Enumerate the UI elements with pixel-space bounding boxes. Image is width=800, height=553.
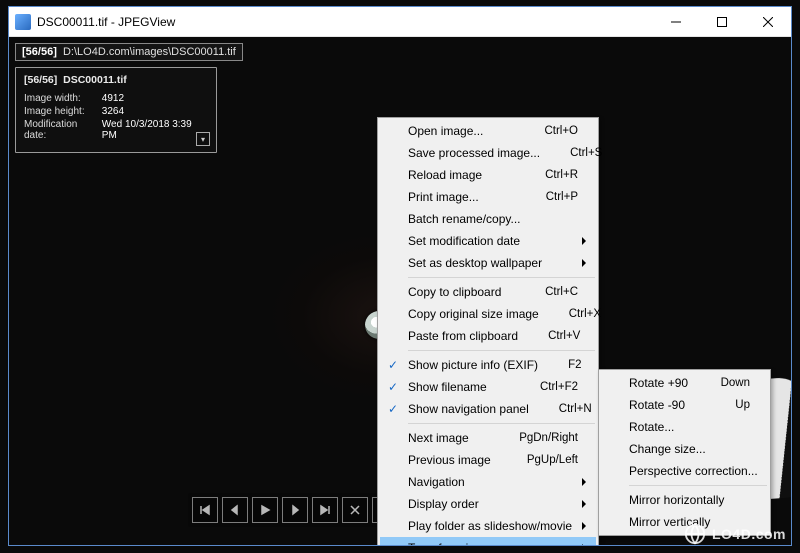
window-title: DSC00011.tif - JPEGView xyxy=(37,15,653,29)
menu-item[interactable]: Rotate... xyxy=(601,416,768,438)
filename-overlay: [56/56] D:\LO4D.com\images\DSC00011.tif xyxy=(15,43,243,61)
check-icon: ✓ xyxy=(388,358,398,372)
menu-item[interactable]: Open image...Ctrl+O xyxy=(380,120,596,142)
menu-item[interactable]: Change size... xyxy=(601,438,768,460)
watermark: LO4D.com xyxy=(684,523,786,545)
menu-item[interactable]: ✓Show picture info (EXIF)F2 xyxy=(380,354,596,376)
close-button[interactable] xyxy=(745,7,791,36)
nav-next-button[interactable] xyxy=(282,497,308,523)
nav-prev-button[interactable] xyxy=(222,497,248,523)
menu-item[interactable]: Next imagePgDn/Right xyxy=(380,427,596,449)
check-icon: ✓ xyxy=(388,402,398,416)
menu-item[interactable]: Set as desktop wallpaper xyxy=(380,252,596,274)
menu-item[interactable]: Perspective correction... xyxy=(601,460,768,482)
nav-delete-button[interactable] xyxy=(342,497,368,523)
menu-item[interactable]: Copy to clipboardCtrl+C xyxy=(380,281,596,303)
menu-item[interactable]: Display order xyxy=(380,493,596,515)
menu-item[interactable]: Navigation xyxy=(380,471,596,493)
menu-item[interactable]: Paste from clipboardCtrl+V xyxy=(380,325,596,347)
app-icon xyxy=(15,14,31,30)
counter: [56/56] xyxy=(22,46,57,58)
titlebar: DSC00011.tif - JPEGView xyxy=(9,7,791,37)
menu-item[interactable]: Mirror horizontally xyxy=(601,489,768,511)
menu-item[interactable]: Save processed image...Ctrl+S xyxy=(380,142,596,164)
menu-item[interactable]: Rotate -90Up xyxy=(601,394,768,416)
file-path: D:\LO4D.com\images\DSC00011.tif xyxy=(63,46,236,58)
nav-first-button[interactable] xyxy=(192,497,218,523)
menu-item[interactable]: Copy original size imageCtrl+X xyxy=(380,303,596,325)
app-window: DSC00011.tif - JPEGView [56/56] D:\LO4D.… xyxy=(8,6,792,546)
context-menu[interactable]: Open image...Ctrl+OSave processed image.… xyxy=(377,117,599,545)
menu-item[interactable]: Reload imageCtrl+R xyxy=(380,164,596,186)
check-icon: ✓ xyxy=(388,380,398,394)
menu-item[interactable]: Print image...Ctrl+P xyxy=(380,186,596,208)
nav-last-button[interactable] xyxy=(312,497,338,523)
menu-item[interactable]: Rotate +90Down xyxy=(601,372,768,394)
maximize-button[interactable] xyxy=(699,7,745,36)
menu-item[interactable]: Previous imagePgUp/Left xyxy=(380,449,596,471)
menu-item[interactable]: ✓Show navigation panelCtrl+N xyxy=(380,398,596,420)
menu-item[interactable]: ✓Show filenameCtrl+F2 xyxy=(380,376,596,398)
nav-play-button[interactable] xyxy=(252,497,278,523)
menu-item[interactable]: Batch rename/copy... xyxy=(380,208,596,230)
exif-collapse-button[interactable]: ▾ xyxy=(196,132,210,146)
menu-item[interactable]: Transform image xyxy=(380,537,596,545)
menu-item[interactable]: Set modification date xyxy=(380,230,596,252)
menu-item[interactable]: Play folder as slideshow/movie xyxy=(380,515,596,537)
image-viewport[interactable]: [56/56] D:\LO4D.com\images\DSC00011.tif … xyxy=(9,37,791,545)
exif-panel: [56/56] DSC00011.tif Image width:4912 Im… xyxy=(15,67,217,153)
minimize-button[interactable] xyxy=(653,7,699,36)
transform-submenu[interactable]: Rotate +90DownRotate -90UpRotate...Chang… xyxy=(598,369,771,536)
exif-table: Image width:4912 Image height:3264 Modif… xyxy=(24,92,208,142)
